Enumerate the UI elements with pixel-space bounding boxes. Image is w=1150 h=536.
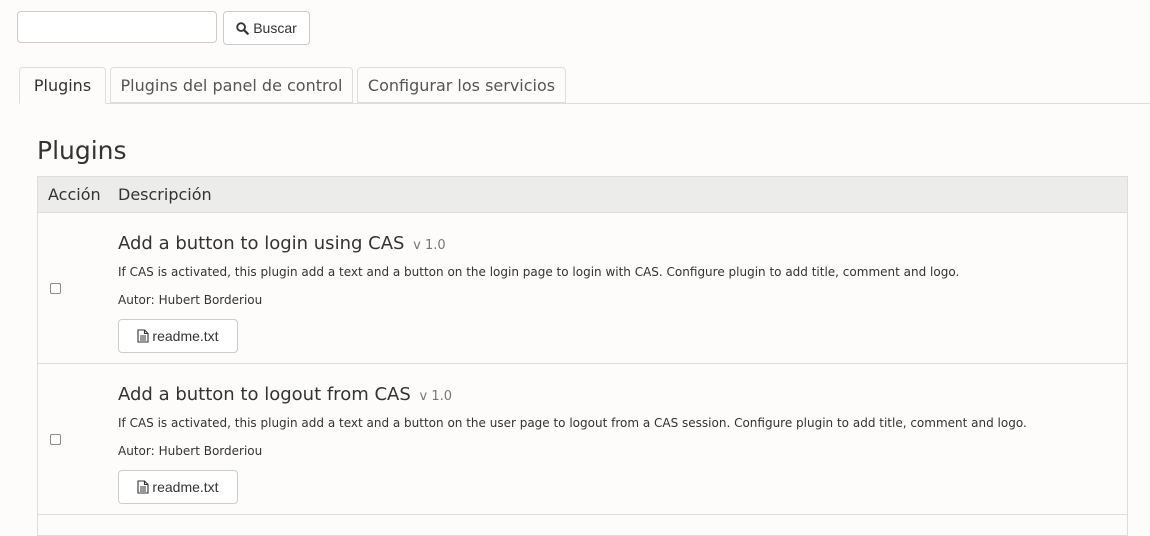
- plugin-title: Add a button to login using CAS v 1.0: [118, 233, 446, 254]
- file-text-icon: [137, 480, 149, 494]
- search-icon: [236, 21, 250, 35]
- tab-configure-services[interactable]: Configurar los servicios: [357, 67, 566, 103]
- search-input[interactable]: [17, 11, 217, 43]
- plugins-table: Acción Descripción Add a button to login…: [37, 176, 1128, 536]
- search-button-label: Buscar: [253, 20, 297, 36]
- column-header-action: Acción: [48, 185, 101, 204]
- plugin-title: Add a button to logout from CAS v 1.0: [118, 384, 452, 405]
- page-title: Plugins: [37, 136, 127, 165]
- tab-label: Configurar los servicios: [367, 75, 556, 95]
- author-name: Hubert Borderiou: [158, 444, 263, 458]
- plugin-version: v 1.0: [413, 238, 446, 253]
- table-row: Add a button to login using CAS v 1.0 If…: [38, 213, 1127, 364]
- tab-plugins[interactable]: Plugins: [19, 67, 106, 104]
- plugin-name: Add a button to logout from CAS: [118, 384, 411, 405]
- tab-bar-divider: [19, 103, 1150, 104]
- tab-bar: Plugins Plugins del panel de control Con…: [0, 67, 1150, 104]
- table-header: Acción Descripción: [38, 177, 1127, 213]
- readme-label: readme.txt: [152, 479, 219, 495]
- plugin-description: If CAS is activated, this plugin add a t…: [118, 265, 960, 279]
- plugin-description: If CAS is activated, this plugin add a t…: [118, 416, 1027, 430]
- plugin-select-checkbox[interactable]: [50, 283, 61, 294]
- readme-button[interactable]: readme.txt: [118, 470, 238, 504]
- tab-control-panel-plugins[interactable]: Plugins del panel de control: [110, 67, 353, 103]
- author-label: Autor:: [118, 293, 155, 307]
- file-text-icon: [137, 329, 149, 343]
- search-button[interactable]: Buscar: [223, 11, 310, 45]
- tab-label: Plugins: [33, 76, 92, 95]
- readme-label: readme.txt: [152, 328, 219, 344]
- plugin-author: Autor: Hubert Borderiou: [118, 293, 262, 307]
- column-header-description: Descripción: [118, 185, 212, 204]
- plugin-version: v 1.0: [419, 389, 453, 404]
- plugin-author: Autor: Hubert Borderiou: [118, 444, 262, 458]
- tab-label: Plugins del panel de control: [120, 75, 343, 95]
- readme-button[interactable]: readme.txt: [118, 319, 238, 353]
- plugin-name: Add a button to login using CAS: [118, 233, 405, 254]
- author-label: Autor:: [118, 444, 155, 458]
- plugin-select-checkbox[interactable]: [50, 434, 61, 445]
- author-name: Hubert Borderiou: [158, 293, 263, 307]
- table-row: Add a button to logout from CAS v 1.0 If…: [38, 364, 1127, 515]
